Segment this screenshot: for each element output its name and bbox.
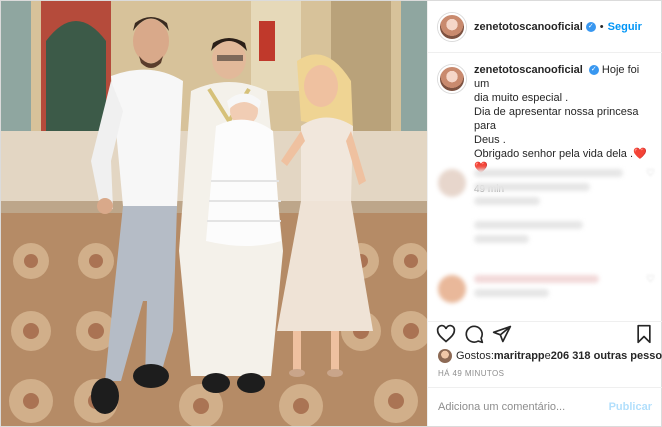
blurred-comment: ♡ bbox=[438, 169, 656, 213]
comment-avatar bbox=[438, 169, 466, 197]
caption-line: Dia de apresentar nossa princesa para bbox=[474, 106, 639, 132]
blurred-comment bbox=[438, 221, 656, 265]
comment-text-blurred bbox=[474, 221, 656, 265]
action-bar bbox=[428, 321, 662, 347]
caption-avatar[interactable] bbox=[438, 65, 466, 93]
share-icon[interactable] bbox=[492, 324, 512, 344]
avatar[interactable] bbox=[438, 12, 466, 41]
likes-summary: Gostos: maritrapp e 206 318 outras pesso… bbox=[438, 349, 662, 363]
likes-count[interactable]: 206 318 outras pessoas bbox=[551, 350, 662, 362]
publish-button[interactable]: Publicar bbox=[609, 401, 652, 413]
comment-icon[interactable] bbox=[464, 324, 484, 344]
caption-username[interactable]: zenetotoscanooficial bbox=[474, 64, 583, 76]
post-header: zenetotoscanooficial ✓ • Seguir bbox=[428, 1, 662, 53]
blurred-comment: ♡ bbox=[438, 275, 656, 319]
liker-username[interactable]: maritrapp bbox=[494, 350, 545, 362]
verified-badge-icon: ✓ bbox=[588, 65, 599, 76]
post-photo[interactable] bbox=[1, 1, 427, 426]
follow-button[interactable]: Seguir bbox=[608, 21, 642, 33]
separator: • bbox=[599, 20, 604, 33]
comment-heart-icon: ♡ bbox=[646, 168, 655, 179]
bookmark-icon[interactable] bbox=[634, 324, 654, 344]
verified-badge-icon: ✓ bbox=[585, 21, 596, 32]
caption-line: dia muito especial . bbox=[474, 92, 569, 104]
heart-icon[interactable] bbox=[436, 324, 456, 344]
username-link[interactable]: zenetotoscanooficial bbox=[474, 21, 583, 33]
post-side-panel: zenetotoscanooficial ✓ • Seguir zenetoto… bbox=[427, 1, 662, 426]
caption-line: Deus . bbox=[474, 134, 506, 146]
comment-heart-icon: ♡ bbox=[646, 274, 655, 285]
comment-input[interactable] bbox=[438, 401, 609, 413]
post-timestamp[interactable]: HÁ 49 MINUTOS bbox=[438, 369, 504, 378]
likes-prefix: Gostos: bbox=[456, 350, 494, 362]
comment-text-blurred bbox=[474, 275, 640, 319]
comment-text-blurred bbox=[474, 169, 640, 213]
add-comment-bar: Publicar bbox=[428, 387, 662, 426]
liker-avatar[interactable] bbox=[438, 349, 452, 363]
comment-avatar bbox=[438, 275, 466, 303]
baptism-photo-illustration bbox=[1, 1, 427, 426]
instagram-post: zenetotoscanooficial ✓ • Seguir zenetoto… bbox=[0, 0, 662, 427]
